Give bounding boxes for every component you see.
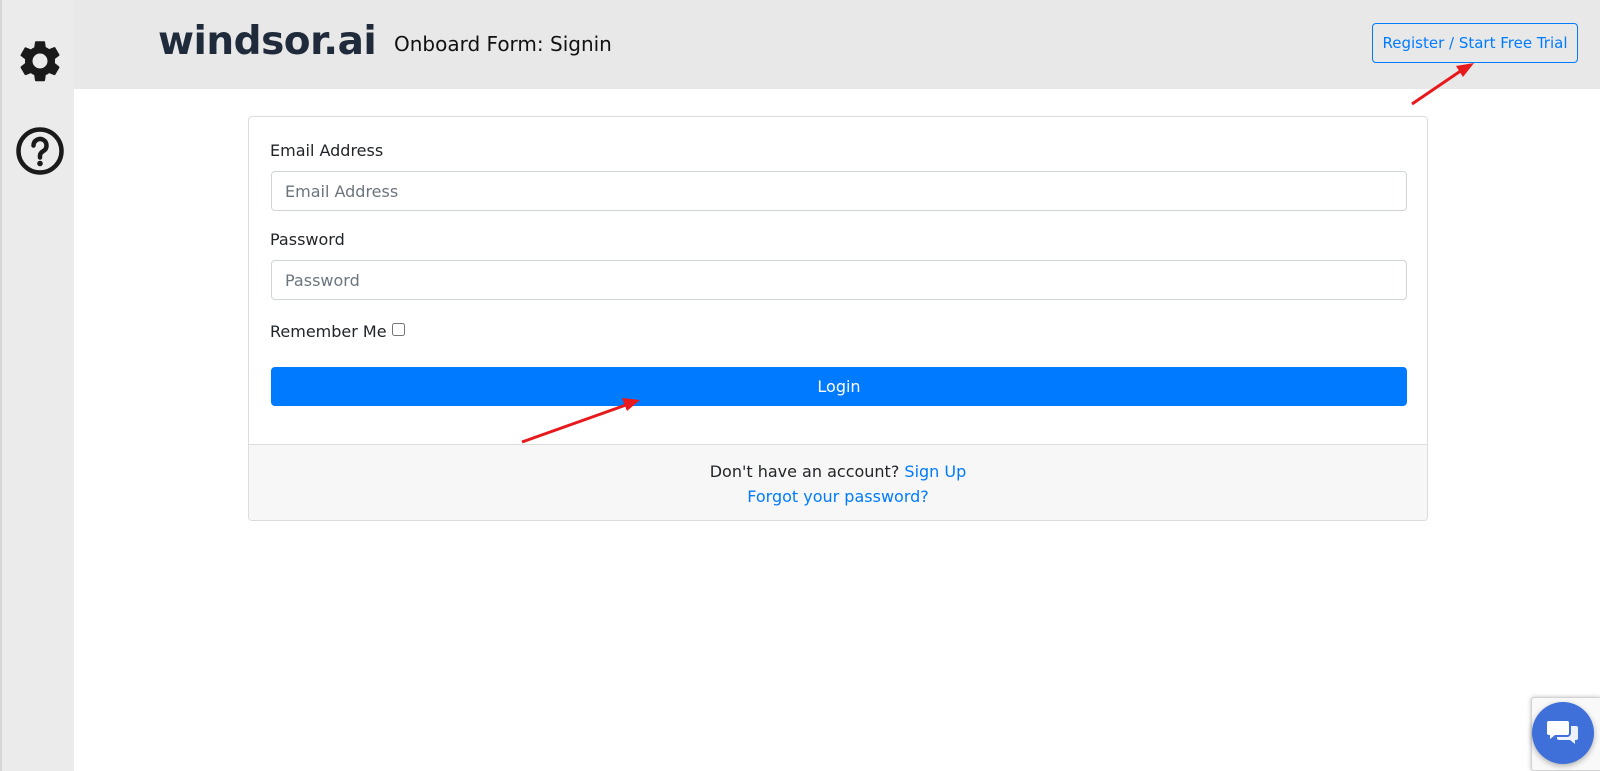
password-input[interactable] bbox=[271, 260, 1407, 300]
forgot-password-link[interactable]: Forgot your password? bbox=[747, 487, 929, 506]
gear-icon[interactable] bbox=[15, 36, 65, 86]
chat-widget-button[interactable] bbox=[1532, 702, 1594, 764]
signin-card: Email Address Password Remember Me Login… bbox=[248, 116, 1428, 521]
signup-prompt: Don't have an account? Sign Up bbox=[249, 461, 1427, 483]
top-bar: windsor.ai Onboard Form: Signin Register… bbox=[74, 0, 1600, 89]
sidebar bbox=[0, 0, 74, 771]
windsor-logo[interactable]: windsor.ai bbox=[158, 16, 377, 68]
login-button[interactable]: Login bbox=[271, 367, 1407, 406]
remember-me: Remember Me bbox=[270, 321, 405, 343]
signup-link[interactable]: Sign Up bbox=[904, 462, 966, 481]
remember-me-label: Remember Me bbox=[270, 322, 387, 341]
page-title: Onboard Form: Signin bbox=[394, 32, 612, 56]
remember-me-checkbox[interactable] bbox=[391, 322, 405, 336]
no-account-text: Don't have an account? bbox=[709, 462, 900, 481]
email-label: Email Address bbox=[270, 141, 384, 160]
question-circle-icon[interactable] bbox=[15, 126, 65, 176]
forgot-password-row: Forgot your password? bbox=[249, 486, 1427, 508]
register-button[interactable]: Register / Start Free Trial bbox=[1372, 23, 1578, 63]
password-label: Password bbox=[270, 230, 345, 249]
email-input[interactable] bbox=[271, 171, 1407, 211]
chat-bubbles-icon bbox=[1547, 721, 1578, 744]
card-footer: Don't have an account? Sign Up Forgot yo… bbox=[249, 444, 1427, 520]
